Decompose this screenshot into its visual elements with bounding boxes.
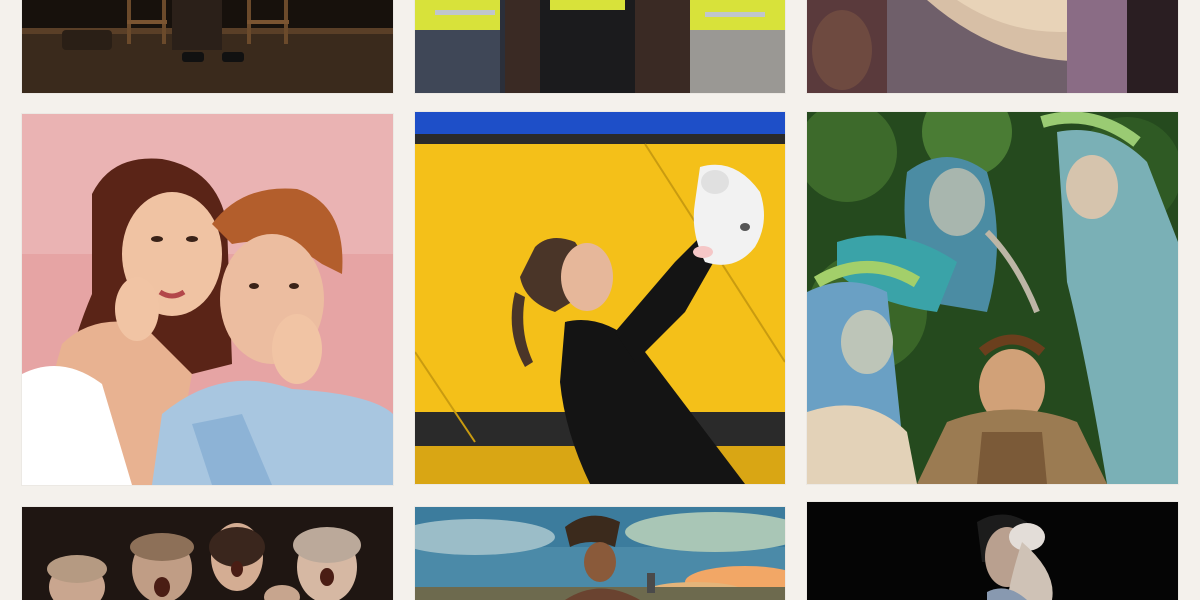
photo-grid bbox=[0, 0, 1200, 600]
hi-vis-workers-image bbox=[415, 0, 785, 93]
forest-nymphs-image bbox=[807, 112, 1178, 484]
screaming-women-image bbox=[22, 507, 393, 600]
gallery-tile-blonde-figure[interactable] bbox=[807, 0, 1178, 93]
gallery-tile-forest-nymphs[interactable] bbox=[807, 112, 1178, 484]
sky-figure-image bbox=[415, 507, 785, 600]
stage-chairs-image bbox=[22, 0, 393, 93]
gallery-tile-screaming-women[interactable] bbox=[22, 507, 393, 600]
couple-pink-backdrop-image bbox=[22, 114, 393, 485]
gallery-tile-dark-dancer[interactable] bbox=[807, 502, 1178, 600]
gallery-tile-couple-pink[interactable] bbox=[22, 114, 393, 485]
gallery-tile-woman-lamb-mask[interactable] bbox=[415, 112, 785, 484]
gallery-tile-hi-vis-workers[interactable] bbox=[415, 0, 785, 93]
dark-dancer-image bbox=[807, 502, 1178, 600]
blonde-figure-image bbox=[807, 0, 1178, 93]
gallery-tile-sky-figure[interactable] bbox=[415, 507, 785, 600]
woman-lamb-mask-image bbox=[415, 112, 785, 484]
gallery-tile-stage-chairs[interactable] bbox=[22, 0, 393, 93]
